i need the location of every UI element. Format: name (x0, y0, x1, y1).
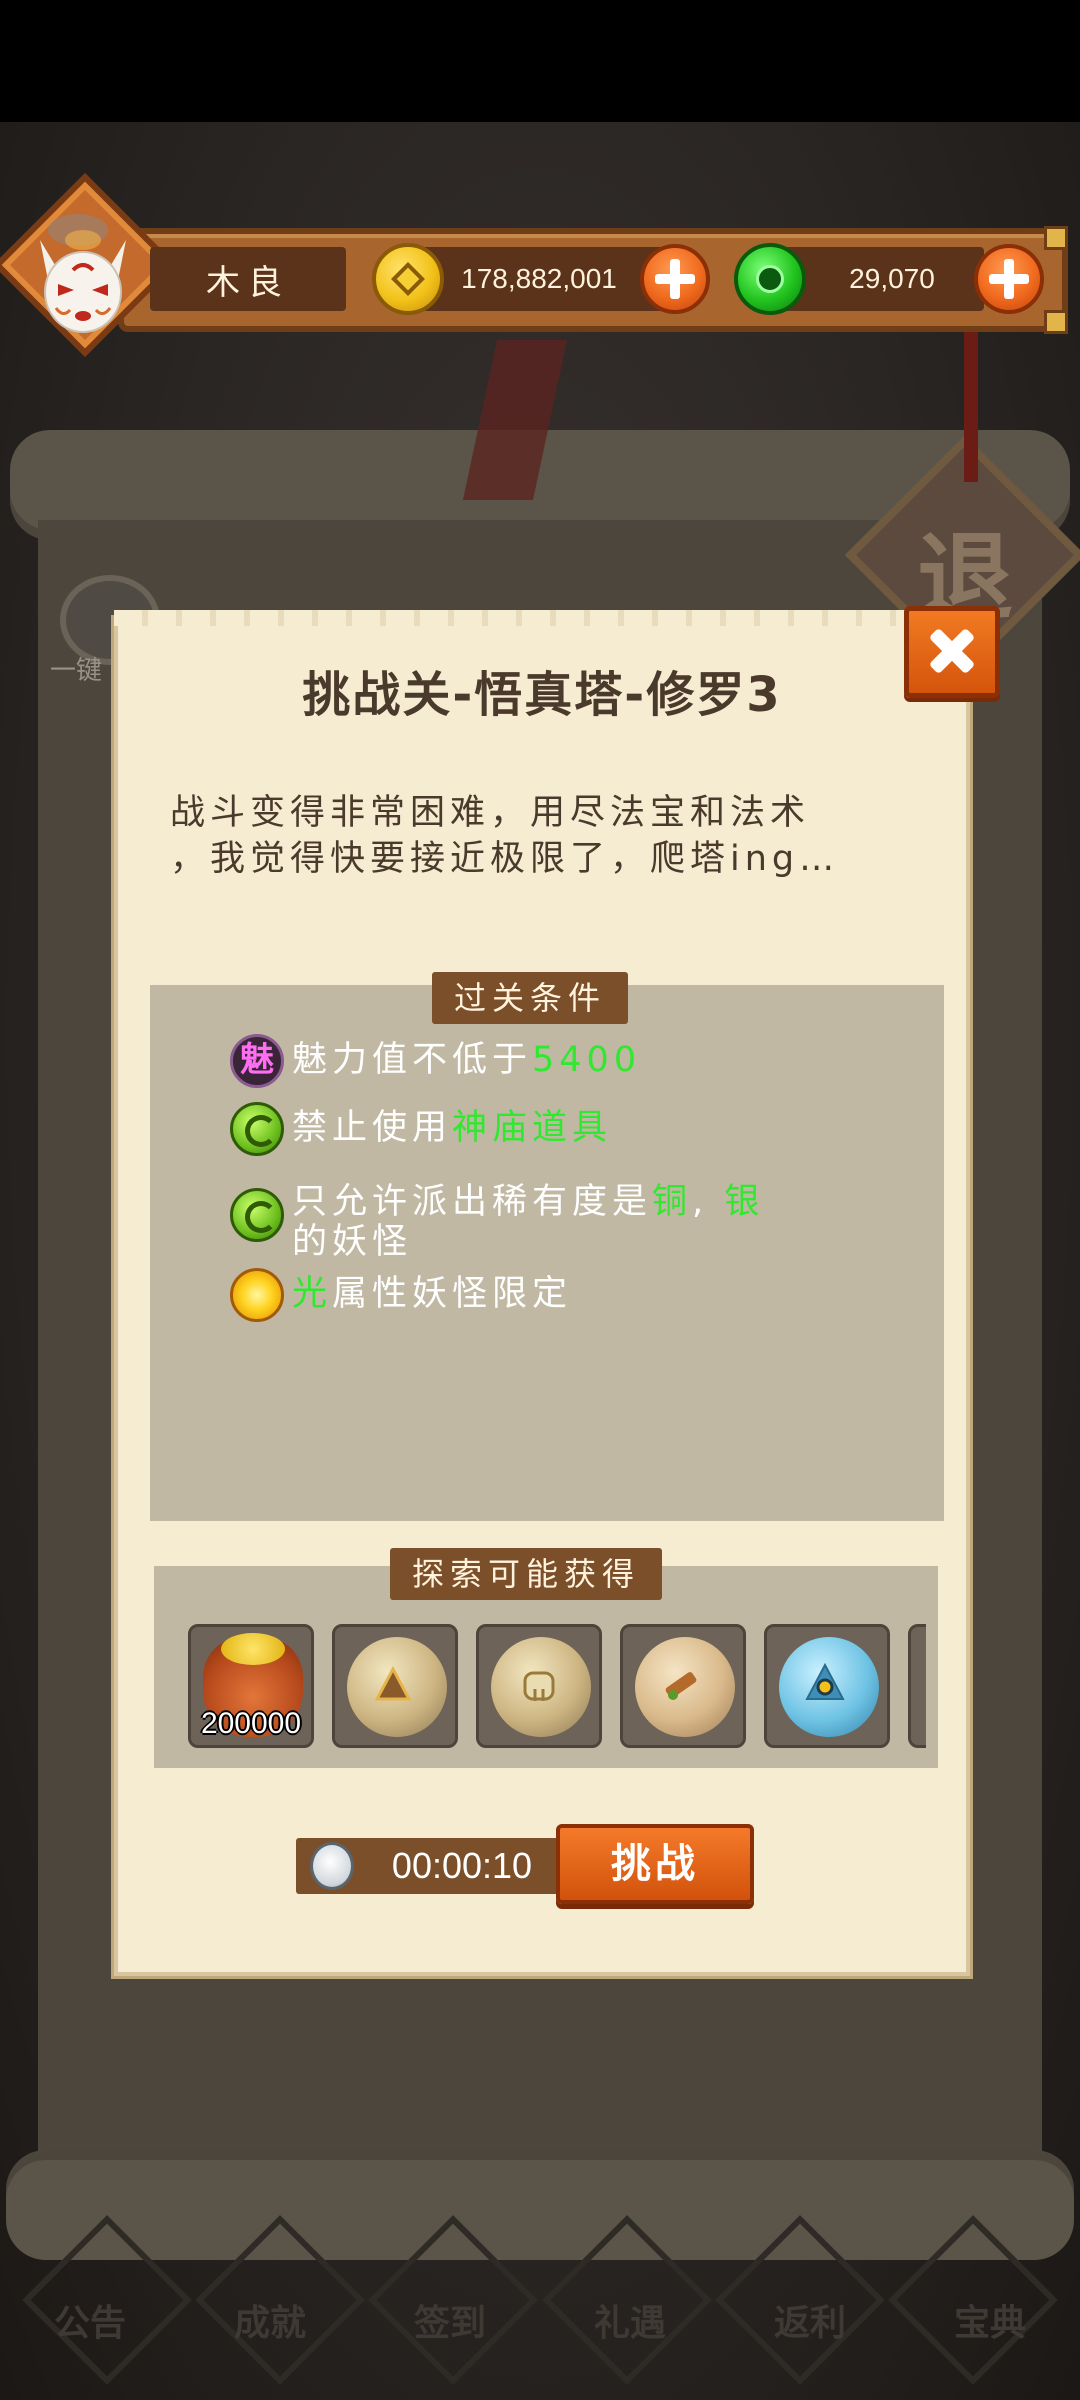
condition-row: 光属性妖怪限定 (230, 1268, 572, 1322)
coin-amount: 178,882,001 (461, 263, 617, 294)
loot-item[interactable] (908, 1624, 926, 1748)
condition-separator: , (692, 1182, 709, 1222)
condition-label: 只允许派出稀有度是 (292, 1182, 653, 1222)
nav-achievement: 成就 (233, 2303, 306, 2344)
condition-value: 银 (724, 1182, 765, 1222)
hanging-rope (964, 332, 978, 482)
condition-text: 禁止使用神庙道具 (292, 1108, 612, 1148)
bell-mark (523, 1671, 555, 1701)
loot-count: 200000 (200, 1707, 302, 1740)
jade-amount: 29,070 (849, 263, 935, 294)
condition-value: 铜 (652, 1182, 693, 1222)
stopwatch-icon (310, 1842, 354, 1890)
dialog-torn-edge (114, 610, 970, 626)
loot-header: 探索可能获得 (390, 1548, 663, 1600)
nav-rebate: 返利 (773, 2303, 846, 2344)
nav-gifts: 礼遇 (593, 2303, 666, 2344)
nav-checkin: 签到 (413, 2303, 486, 2344)
player-name: 木良 (206, 262, 290, 303)
bottom-nav: 公告 成就 签到 礼遇 返利 宝典 (0, 2240, 1080, 2400)
dialog-description: 战斗变得非常困难，用尽法宝和法术 ，我觉得快要接近极限了，爬塔ing… (170, 790, 930, 882)
description-line: ，我觉得快要接近极限了，爬塔ing… (170, 839, 840, 879)
loot-list[interactable]: 200000 (188, 1624, 926, 1748)
condition-label: 魅力值不低于 (292, 1040, 533, 1080)
plus-icon (670, 259, 680, 299)
swirl-icon (230, 1102, 284, 1156)
nav-announcement: 公告 (53, 2303, 126, 2344)
onekey-label: 一键 (50, 656, 103, 686)
timer-text: 00:00:10 (391, 1845, 533, 1886)
condition-row: 只允许派出稀有度是铜, 银 的妖怪 (230, 1182, 792, 1262)
wood-mark (665, 1672, 697, 1700)
sun-icon (230, 1268, 284, 1322)
condition-row: 禁止使用神庙道具 (230, 1102, 612, 1156)
condition-label: 属性妖怪限定 (332, 1274, 573, 1314)
player-name-box: 木良 (150, 247, 346, 311)
loot-item[interactable] (620, 1624, 746, 1748)
status-band (0, 0, 1080, 122)
corner-ornament (1044, 310, 1068, 334)
dialog-title: 挑战关-悟真塔-修罗3 (302, 667, 782, 723)
condition-value: 光 (292, 1274, 333, 1314)
condition-value: 神庙道具 (452, 1108, 613, 1148)
loot-item[interactable] (476, 1624, 602, 1748)
condition-label: 的妖怪 (292, 1222, 413, 1262)
description-line: 战斗变得非常困难，用尽法宝和法术 (170, 793, 811, 833)
swirl-icon (230, 1188, 284, 1242)
jade-hole (756, 265, 784, 293)
challenge-button[interactable]: 挑战 (556, 1824, 754, 1904)
condition-row: 魅 魅力值不低于5400 (230, 1034, 641, 1088)
loot-item[interactable]: 200000 (188, 1624, 314, 1748)
loot-item[interactable] (332, 1624, 458, 1748)
charm-icon: 魅 (230, 1034, 284, 1088)
condition-text: 光属性妖怪限定 (292, 1274, 572, 1314)
triangle-mark (374, 1665, 412, 1701)
eye-triangle-mark (805, 1663, 845, 1700)
corner-ornament (1044, 226, 1068, 250)
fox-mask-avatar-icon[interactable] (28, 200, 138, 350)
loot-item[interactable] (764, 1624, 890, 1748)
condition-label: 禁止使用 (292, 1108, 453, 1148)
plus-icon (1004, 259, 1014, 299)
condition-value: 5400 (532, 1040, 642, 1080)
conditions-header: 过关条件 (432, 972, 629, 1024)
condition-text: 只允许派出稀有度是铜, 银 的妖怪 (292, 1182, 792, 1262)
gold-coins (221, 1633, 285, 1665)
condition-text: 魅力值不低于5400 (292, 1040, 641, 1080)
nav-codex: 宝典 (953, 2303, 1026, 2344)
